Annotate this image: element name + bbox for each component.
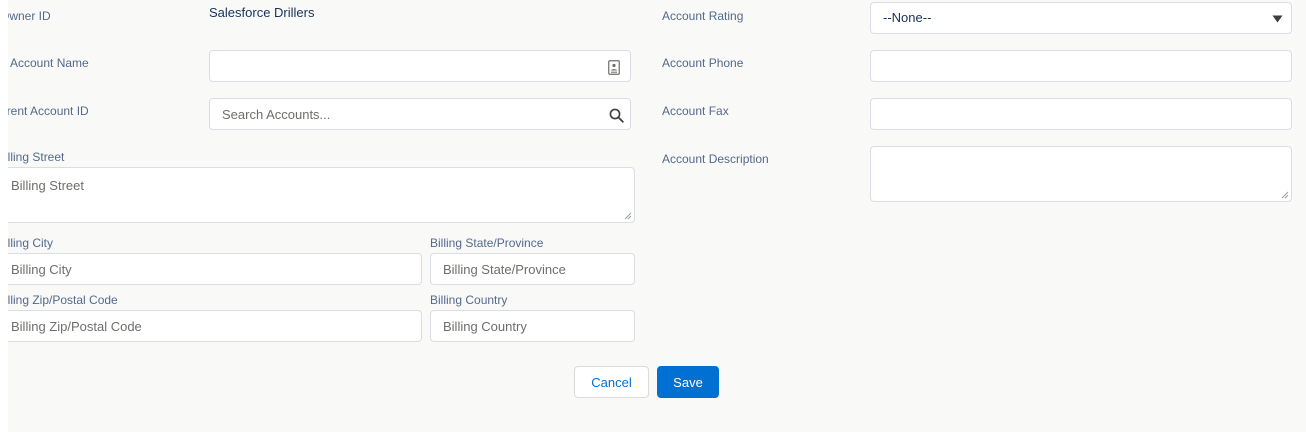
billing-city-input[interactable]: Billing City xyxy=(8,253,422,285)
resize-handle-icon[interactable] xyxy=(624,212,632,220)
parent-account-placeholder: Search Accounts... xyxy=(222,106,331,122)
account-edit-form: Owner ID Salesforce Drillers Account Nam… xyxy=(8,0,1306,432)
account-phone-input[interactable] xyxy=(870,50,1292,82)
billing-zip-input[interactable]: Billing Zip/Postal Code xyxy=(8,310,422,342)
parent-account-label: Parent Account ID xyxy=(8,104,89,118)
parent-account-search-input[interactable]: Search Accounts... xyxy=(209,98,631,130)
billing-street-label: Billing Street xyxy=(8,150,65,164)
billing-country-label: Billing Country xyxy=(430,293,508,307)
search-icon[interactable] xyxy=(608,107,624,123)
account-name-input[interactable] xyxy=(209,50,631,82)
account-fax-label: Account Fax xyxy=(662,104,729,118)
billing-state-input[interactable]: Billing State/Province xyxy=(430,253,635,285)
caret-down-icon xyxy=(1271,14,1283,24)
resize-handle-icon[interactable] xyxy=(1281,191,1289,199)
account-phone-label: Account Phone xyxy=(662,56,744,70)
billing-zip-placeholder: Billing Zip/Postal Code xyxy=(11,318,142,334)
account-rating-select[interactable]: --None-- xyxy=(870,2,1292,34)
billing-country-input[interactable]: Billing Country xyxy=(430,310,635,342)
account-description-label: Account Description xyxy=(662,152,769,166)
billing-city-placeholder: Billing City xyxy=(11,261,72,277)
account-fax-input[interactable] xyxy=(870,98,1292,130)
billing-state-label: Billing State/Province xyxy=(430,236,544,250)
account-description-textarea[interactable] xyxy=(870,146,1292,202)
cancel-button[interactable]: Cancel xyxy=(574,366,649,398)
account-rating-selected: --None-- xyxy=(883,10,932,25)
save-button[interactable]: Save xyxy=(657,366,719,398)
billing-street-textarea[interactable]: Billing Street xyxy=(8,167,635,223)
billing-city-label: Billing City xyxy=(8,236,54,250)
owner-id-label: Owner ID xyxy=(8,9,51,23)
billing-state-placeholder: Billing State/Province xyxy=(443,261,566,277)
account-rating-label: Account Rating xyxy=(662,9,744,23)
billing-street-placeholder: Billing Street xyxy=(11,178,84,193)
account-name-label: Account Name xyxy=(10,56,89,70)
contact-card-icon xyxy=(607,59,621,75)
billing-country-placeholder: Billing Country xyxy=(443,318,527,334)
billing-zip-label: Billing Zip/Postal Code xyxy=(8,293,118,307)
owner-id-value: Salesforce Drillers xyxy=(209,5,315,20)
